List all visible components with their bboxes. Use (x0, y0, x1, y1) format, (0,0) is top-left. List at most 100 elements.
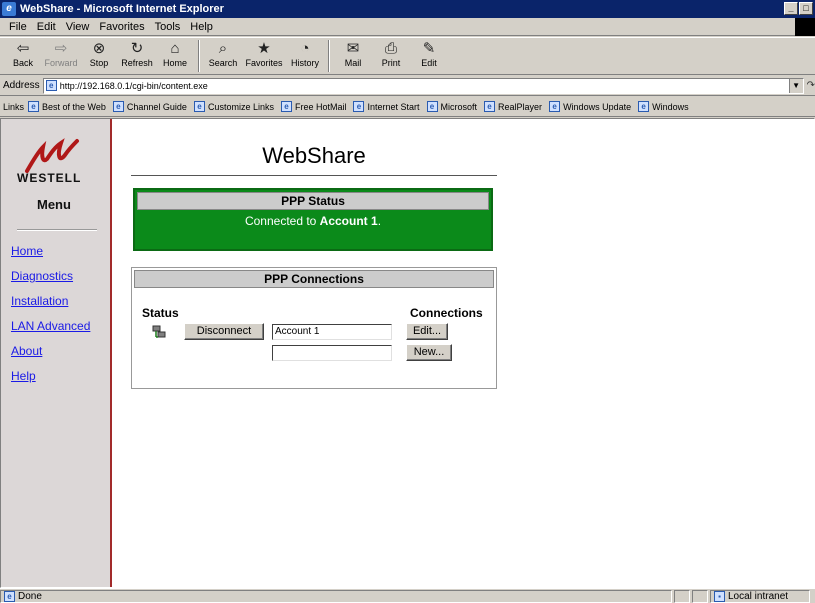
menu-favorites[interactable]: Favorites (94, 21, 149, 33)
nav-installation[interactable]: Installation (11, 294, 68, 308)
address-input[interactable]: e http://192.168.0.1/cgi-bin/content.exe… (42, 77, 804, 94)
window-title: WebShare - Microsoft Internet Explorer (20, 3, 224, 15)
new-connection-field[interactable] (272, 345, 392, 361)
intranet-icon: ▪ (714, 590, 725, 602)
ppp-status-panel: PPP Status Connected to Account 1. (133, 188, 493, 251)
title-divider (131, 175, 497, 176)
go-icon[interactable]: ↷ (807, 80, 815, 91)
page-icon: e (280, 101, 292, 112)
refresh-icon: ↻ (130, 40, 144, 57)
security-zone: ▪ Local intranet (710, 589, 810, 603)
page-title: WebShare (262, 143, 366, 168)
stop-icon: ⊗ (92, 40, 106, 57)
link-windows-update[interactable]: e Windows Update (549, 101, 631, 112)
links-bar: Links e Best of the Web e Channel Guide eC… (0, 97, 815, 117)
zone-text: Local intranet (728, 590, 789, 602)
ie-logo-icon: e (2, 2, 16, 16)
status-bar: e Done ▪ Local intranet (0, 588, 815, 603)
page-icon: e (638, 101, 650, 112)
toolbar-separator (328, 40, 330, 72)
menu-tools[interactable]: Tools (150, 21, 186, 33)
ppp-connections-panel: PPP Connections Status Connections Disco… (131, 267, 497, 389)
nav-help[interactable]: Help (11, 369, 36, 383)
chevron-down-icon[interactable]: ▼ (788, 78, 803, 93)
forward-arrow-icon: ⇨ (54, 40, 68, 57)
nav-diagnostics[interactable]: Diagnostics (11, 269, 73, 283)
new-connection-button[interactable]: New... (406, 344, 452, 361)
nav-lan-advanced[interactable]: LAN Advanced (11, 319, 90, 333)
menu-edit[interactable]: Edit (32, 21, 61, 33)
page-icon: e (484, 101, 496, 112)
nav-about[interactable]: About (11, 344, 42, 358)
mail-button[interactable]: ✉ Mail (334, 38, 372, 74)
page-icon: e (426, 101, 438, 112)
ppp-status-message: Connected to Account 1. (244, 214, 382, 228)
edit-connection-button[interactable]: Edit... (406, 323, 448, 340)
disconnect-button[interactable]: Disconnect (184, 323, 264, 340)
toolbar: ⇦ Back ⇨ Forward ⊗ Stop ↻ Refresh ⌂ Home ⌕ Sea… (0, 37, 815, 75)
connections-column-label: Connections (410, 306, 483, 320)
menu-title: Menu (37, 197, 71, 212)
menu-file[interactable]: File (4, 21, 32, 33)
link-microsoft[interactable]: e Microsoft (426, 101, 477, 112)
refresh-button[interactable]: ↻ Refresh (118, 38, 156, 74)
page-icon: e (549, 101, 561, 112)
link-channel-guide[interactable]: e Channel Guide (112, 101, 187, 112)
link-internet-start[interactable]: e Internet Start (353, 101, 420, 112)
history-icon: ◔ (300, 40, 310, 57)
page-icon: e (45, 80, 57, 91)
edit-button[interactable]: ✎ Edit (410, 38, 448, 74)
links-label: Links (3, 101, 25, 112)
link-realplayer[interactable]: e RealPlayer (484, 101, 542, 112)
status-main: e Done (0, 589, 672, 603)
home-icon: ⌂ (170, 40, 180, 57)
page-icon: e (28, 101, 40, 112)
maximize-button[interactable]: □ (799, 2, 813, 15)
history-button[interactable]: ◔ History (286, 38, 324, 74)
page-content: WESTELL Menu Home Diagnostics Installati… (0, 118, 815, 588)
page-icon: e (353, 101, 365, 112)
minimize-button[interactable]: _ (784, 2, 798, 15)
address-label: Address (3, 80, 40, 91)
status-text: Done (18, 590, 42, 602)
link-customize-links[interactable]: e Customize Links (193, 101, 274, 112)
back-arrow-icon: ⇦ (16, 40, 30, 57)
favorites-icon: ★ (257, 40, 271, 57)
account-1-field[interactable]: Account 1 (272, 324, 392, 340)
sidebar: WESTELL Menu Home Diagnostics Installati… (1, 119, 112, 587)
link-free-hotmail[interactable]: e Free HotMail (280, 101, 346, 112)
page-icon: e (4, 590, 15, 602)
search-icon: ⌕ (218, 40, 228, 57)
print-button[interactable]: ⎙ Print (372, 38, 410, 74)
link-windows[interactable]: e Windows (638, 101, 689, 112)
address-url: http://192.168.0.1/cgi-bin/content.exe (59, 80, 208, 91)
connected-account: Account 1 (319, 214, 378, 228)
page-icon: e (193, 101, 205, 112)
menu-help[interactable]: Help (185, 21, 218, 33)
windows-flag-icon (795, 18, 815, 36)
menu-divider (17, 229, 97, 231)
brand-name: WESTELL (17, 171, 82, 185)
search-button[interactable]: ⌕ Search (204, 38, 242, 74)
nav-home[interactable]: Home (11, 244, 43, 258)
status-column-label: Status (142, 306, 179, 320)
network-connected-icon (152, 325, 166, 338)
favorites-button[interactable]: ★ Favorites (242, 38, 286, 74)
ppp-status-header: PPP Status (137, 192, 489, 210)
menu-view[interactable]: View (61, 21, 95, 33)
back-button[interactable]: ⇦ Back (4, 38, 42, 74)
address-bar: Address e http://192.168.0.1/cgi-bin/con… (0, 76, 815, 96)
mail-icon: ✉ (346, 40, 360, 57)
status-cell (692, 589, 708, 603)
toolbar-separator (198, 40, 200, 72)
menu-bar: File Edit View Favorites Tools Help (0, 18, 815, 36)
link-best-of-web[interactable]: e Best of the Web (28, 101, 106, 112)
page-icon: e (112, 101, 124, 112)
window-controls: _ □ (784, 2, 813, 15)
stop-button[interactable]: ⊗ Stop (80, 38, 118, 74)
title-bar: e WebShare - Microsoft Internet Explorer… (0, 0, 815, 18)
forward-button[interactable]: ⇨ Forward (42, 38, 80, 74)
home-button[interactable]: ⌂ Home (156, 38, 194, 74)
edit-icon: ✎ (422, 40, 436, 57)
ppp-connections-header: PPP Connections (134, 270, 494, 288)
